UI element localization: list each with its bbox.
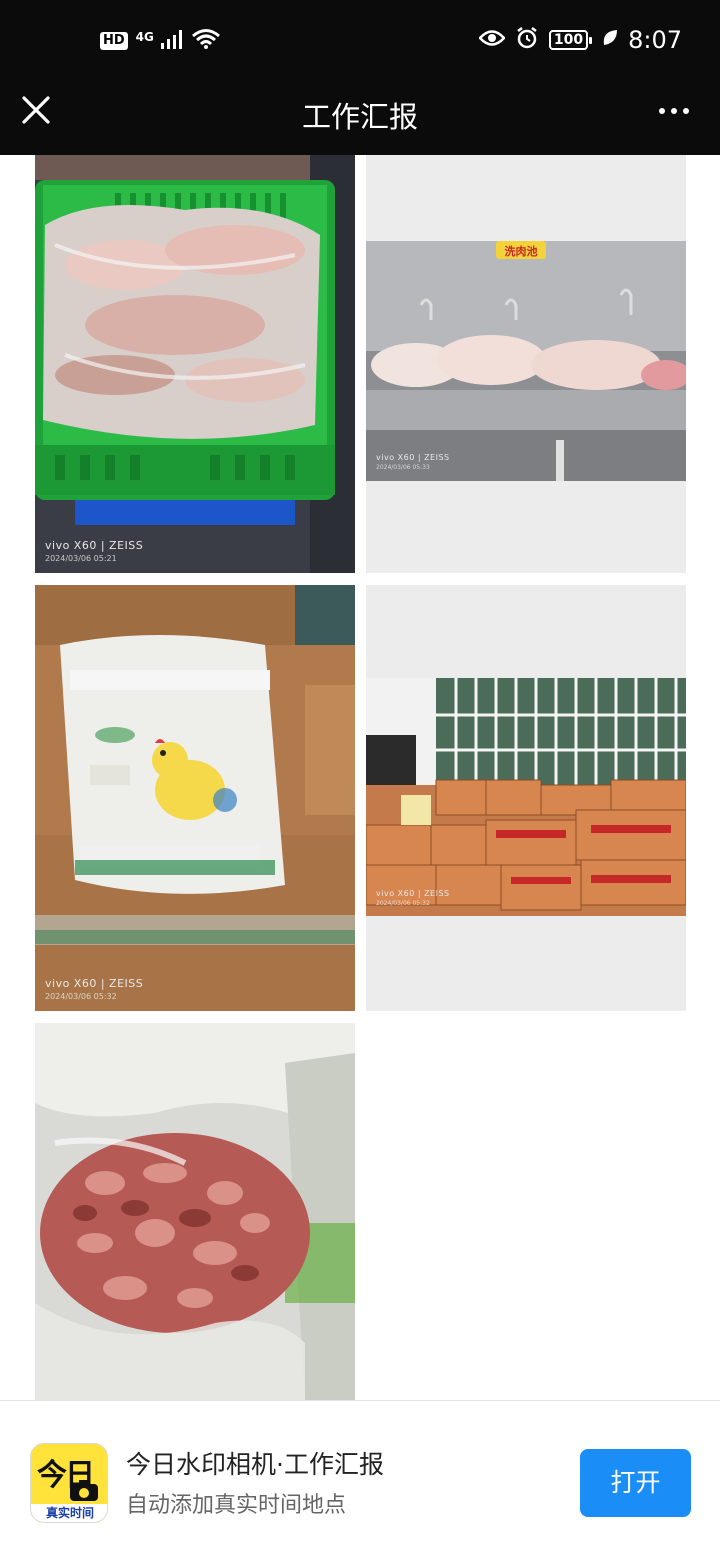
sink-sign: 洗肉池 (505, 244, 538, 258)
photo-stacked-boxes[interactable]: vivo X60 | ZEISS 2024/03/06 05:32 (366, 585, 686, 1011)
photo-watermark: vivo X60 | ZEISS 2024/03/06 05:21 (45, 539, 144, 563)
open-app-button[interactable]: 打开 (580, 1449, 691, 1517)
top-bar: HD 4G 100 8:07 工作汇报 (0, 0, 720, 155)
status-right: 100 8:07 (478, 26, 682, 54)
photo-washing-sink[interactable]: 洗肉池 vivo X60 | ZEISS 2024/03/06 05:33 (366, 155, 686, 573)
photo-watermark: vivo X60 | ZEISS 2024/03/06 05:33 (376, 453, 450, 471)
hd-badge: HD (100, 32, 128, 50)
photo-grid: vivo X60 | ZEISS 2024/03/06 05:21 洗肉池 vi… (0, 155, 720, 1400)
network-type: 4G (135, 30, 154, 44)
leaf-icon (602, 29, 618, 51)
dot-icon (659, 108, 665, 114)
photo-watermark: vivo X60 | ZEISS 2024/03/06 05:32 (45, 977, 144, 1001)
photo-watermark: vivo X60 | ZEISS 2024/03/06 05:32 (376, 889, 450, 907)
app-icon[interactable]: 今日 真实时间 (30, 1443, 108, 1523)
battery-indicator: 100 (548, 30, 593, 50)
camera-icon (69, 1480, 99, 1506)
photo-chicken-bag[interactable]: vivo X60 | ZEISS 2024/03/06 05:32 (35, 585, 355, 1011)
banner-subtitle: 自动添加真实时间地点 (126, 1493, 347, 1518)
wifi-icon (191, 28, 221, 54)
banner-title: 今日水印相机·工作汇报 (126, 1450, 384, 1479)
clock: 8:07 (628, 26, 682, 54)
photo-poultry-crate[interactable]: vivo X60 | ZEISS 2024/03/06 05:21 (35, 155, 355, 573)
status-left: HD 4G (100, 28, 221, 54)
alarm-icon (515, 26, 539, 54)
app-icon-strip: 真实时间 (31, 1504, 107, 1522)
eye-icon (478, 29, 506, 51)
page-title: 工作汇报 (301, 100, 418, 134)
page-header: 工作汇报 (0, 84, 720, 155)
signal-icon: 4G (136, 29, 183, 53)
dot-icon (683, 108, 689, 114)
status-bar: HD 4G 100 8:07 (0, 0, 720, 84)
photo-meat-bag[interactable] (35, 1023, 355, 1400)
more-options-button[interactable] (654, 96, 694, 126)
dot-icon (671, 108, 677, 114)
app-promo-banner: 今日 真实时间 今日水印相机·工作汇报 自动添加真实时间地点 打开 (0, 1400, 720, 1560)
